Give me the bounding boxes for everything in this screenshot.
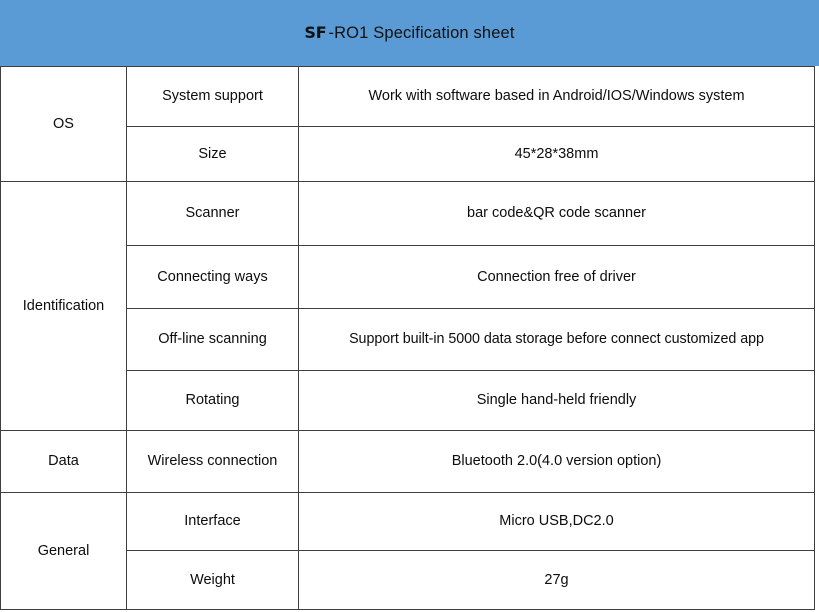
value-cell-size: 45*28*38mm [298,126,815,182]
attribute-cell-connecting-ways: Connecting ways [126,245,299,309]
page-title-prefix: SF [304,22,327,42]
sheet-title-band: SF -RO1 Specification sheet [0,0,819,66]
attribute-cell-off-line-scanning: Off-line scanning [126,308,299,371]
value-cell-weight: 27g [298,550,815,610]
attribute-cell-interface: Interface [126,492,299,551]
value-cell-connecting-ways: Connection free of driver [298,245,815,309]
category-cell-data: Data [0,430,127,493]
table-row: General Interface Micro USB,DC2.0 [0,492,815,610]
page-title: SF -RO1 Specification sheet [304,22,515,42]
value-cell-off-line-scanning: Support built-in 5000 data storage befor… [298,308,815,371]
value-cell-rotating: Single hand-held friendly [298,370,815,431]
table-row: Data Wireless connection Bluetooth 2.0(4… [0,430,815,493]
value-cell-interface: Micro USB,DC2.0 [298,492,815,551]
specification-sheet: SF -RO1 Specification sheet OS System sup… [0,0,819,612]
attribute-cell-system-support: System support [126,66,299,127]
category-cell-general: General [0,492,127,610]
specification-table: OS System support Work with software bas… [0,66,815,610]
value-cell-scanner: bar code&QR code scanner [298,181,815,246]
page-title-rest: -RO1 Specification sheet [328,23,515,42]
value-cell-wireless-connection: Bluetooth 2.0(4.0 version option) [298,430,815,493]
attribute-cell-rotating: Rotating [126,370,299,431]
category-cell-os: OS [0,66,127,182]
category-cell-identification: Identification [0,181,127,431]
attribute-cell-size: Size [126,126,299,182]
attribute-cell-wireless-connection: Wireless connection [126,430,299,493]
table-row: OS System support Work with software bas… [0,66,815,182]
value-cell-system-support: Work with software based in Android/IOS/… [298,66,815,127]
table-row: Identification Scanner bar code&QR code … [0,181,815,431]
attribute-cell-scanner: Scanner [126,181,299,246]
attribute-cell-weight: Weight [126,550,299,610]
